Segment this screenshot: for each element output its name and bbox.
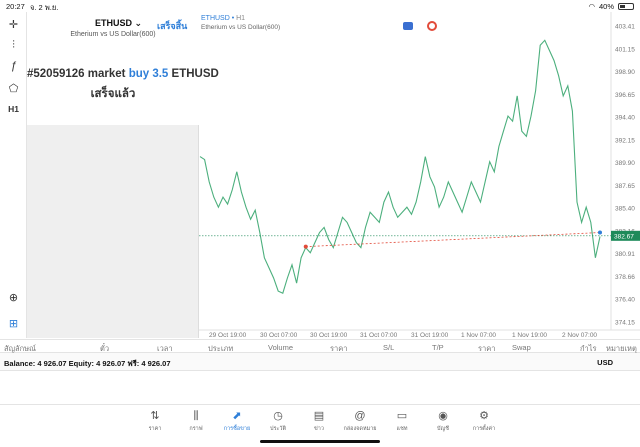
tab-account[interactable]: ◉ บัญชี — [423, 409, 463, 433]
price-tick-label: 385.40 — [615, 206, 635, 213]
settings-icon: ⚙ — [479, 410, 489, 422]
indicators-icon[interactable]: ⫶ — [0, 39, 27, 52]
chart-title: ETHUSD • H1 — [201, 15, 246, 22]
zoom-icon[interactable]: ⊕ — [0, 291, 27, 304]
order-entry-marker — [303, 244, 308, 249]
price-tick-label: 392.15 — [615, 137, 635, 144]
new-order-icon[interactable]: ⊞ — [0, 317, 27, 330]
time-tick-label: 1 Nov 07:00 — [461, 332, 496, 338]
price-tick-label: 378.66 — [615, 274, 635, 281]
news-icon: ▤ — [313, 410, 325, 422]
chart-subtitle: Etherium vs US Dollar(600) — [201, 24, 281, 31]
order-current-marker — [598, 230, 602, 235]
tab-trade[interactable]: ⬈ การซื้อขาย — [217, 409, 257, 433]
time-tick-label: 31 Oct 19:00 — [411, 332, 449, 338]
tab-settings[interactable]: ⚙ การตั้งค่า — [464, 409, 504, 433]
order-action: buy 3.5 — [128, 68, 169, 80]
account-icon: ◉ — [438, 410, 448, 422]
col-tp: T/P — [432, 343, 444, 352]
home-indicator — [260, 440, 380, 443]
balance-text: Balance: 4 926.07 Equity: 4 926.07 ฟรี: … — [4, 359, 171, 368]
price-tick-label: 387.65 — [615, 183, 635, 190]
history-icon: ◷ — [273, 410, 283, 422]
wifi-icon: ◠ — [588, 2, 595, 11]
trade-table-header: สัญลักษณ์ ตั๋ว เวลา ประเภท Volume ราคา S… — [0, 339, 640, 353]
function-icon[interactable]: ƒ — [0, 60, 27, 72]
price-tick-label: 396.65 — [615, 92, 635, 99]
order-trend-line — [305, 232, 601, 248]
signal-icon[interactable] — [427, 21, 437, 31]
price-tick-label: 398.90 — [615, 69, 635, 76]
price-tick-label: 403.41 — [615, 24, 635, 31]
tab-chat[interactable]: ▭ แชท — [382, 409, 422, 433]
objects-icon[interactable]: ⬠ — [0, 82, 27, 95]
price-tick-label: 376.40 — [615, 297, 635, 304]
current-price-label: 382.67 — [614, 233, 634, 240]
chat-icon: ▭ — [396, 410, 408, 422]
status-bar: 20:27 จ. 2 พ.ย. ◠ 40% — [0, 0, 640, 12]
battery-icon — [618, 3, 634, 10]
crosshair-icon[interactable]: ✛ — [0, 18, 27, 31]
col-volume: Volume — [268, 343, 294, 352]
tab-news[interactable]: ▤ ข่าว — [299, 409, 339, 433]
price-tick-label: 380.91 — [615, 251, 635, 258]
symbol-selector[interactable]: ETHUSD ⌄ — [95, 18, 142, 29]
candles-icon: ⫼ — [193, 410, 199, 422]
timeframe-button[interactable]: H1 — [0, 104, 27, 114]
price-tick-label: 374.15 — [615, 320, 635, 327]
order-status: เสร็จแล้ว — [90, 88, 136, 100]
price-line — [199, 39, 601, 294]
tab-mailbox[interactable]: @ กล่องจดหมาย — [340, 409, 380, 433]
order-result: #52059126 market buy 3.5 ETHUSD — [27, 68, 219, 80]
one-click-trading-icon[interactable] — [403, 22, 413, 30]
time-tick-label: 2 Nov 07:00 — [562, 332, 597, 338]
balance-bar: Balance: 4 926.07 Equity: 4 926.07 ฟรี: … — [0, 353, 640, 371]
mailbox-icon: @ — [354, 410, 366, 422]
time-tick-label: 29 Oct 19:00 — [209, 332, 247, 338]
tab-chart[interactable]: ⫼ กราฟ — [176, 409, 216, 433]
status-battery-text: 40% — [598, 2, 614, 11]
chevron-down-icon: ⌄ — [134, 18, 143, 28]
symbol-description: Etherium vs US Dollar(600) — [70, 31, 156, 38]
chart-toolbar: ✛ ⫶ ƒ ⬠ H1 ⊕ ⊞ — [0, 12, 27, 338]
col-sl: S/L — [383, 343, 395, 352]
time-tick-label: 31 Oct 07:00 — [360, 332, 398, 338]
price-tick-label: 394.40 — [615, 115, 635, 122]
status-time: 20:27 — [6, 2, 25, 11]
balance-currency: USD — [597, 358, 613, 367]
price-tick-label: 401.15 — [615, 46, 635, 53]
price-chart[interactable]: 403.41 401.15 398.90 396.65 394.40 392.15 389.… — [199, 12, 640, 339]
time-tick-label: 30 Oct 19:00 — [310, 332, 348, 338]
quotes-icon: ⇅ — [150, 410, 160, 422]
price-tick-label: 389.90 — [615, 160, 635, 167]
trade-icon: ⬈ — [232, 410, 242, 422]
chart-canvas[interactable]: 403.41 401.15 398.90 396.65 394.40 392.15 389.… — [199, 12, 640, 339]
order-panel: ETHUSD ⌄ เสร็จสิ้น Etherium vs US Dollar… — [27, 12, 219, 338]
tab-history[interactable]: ◷ ประวัติ — [258, 409, 298, 433]
time-tick-label: 1 Nov 19:00 — [512, 332, 547, 338]
tab-quotes[interactable]: ⇅ ราคา — [135, 409, 175, 433]
time-tick-label: 30 Oct 07:00 — [260, 332, 298, 338]
col-swap: Swap — [512, 343, 531, 352]
